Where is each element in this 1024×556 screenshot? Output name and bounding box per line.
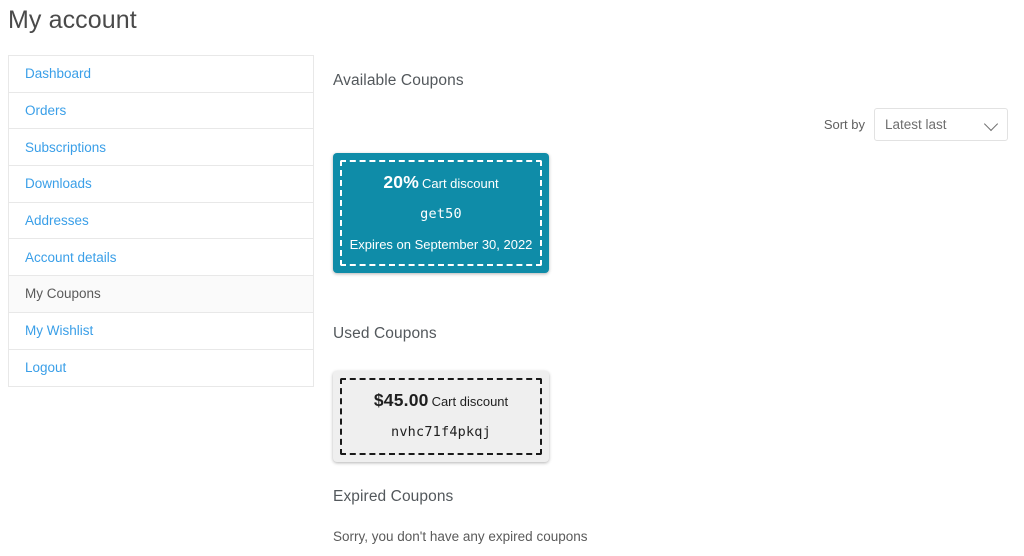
my-account-page: My account Dashboard Orders Subscription… xyxy=(0,0,1024,556)
sort-by-select[interactable]: Latest last xyxy=(874,108,1008,141)
coupon-type: Cart discount xyxy=(431,394,509,409)
sidebar-link-account-details[interactable]: Account details xyxy=(25,250,117,265)
sidebar-item-my-wishlist[interactable]: My Wishlist xyxy=(9,313,313,350)
sidebar-label-my-coupons: My Coupons xyxy=(25,286,101,302)
available-coupons-heading: Available Coupons xyxy=(333,72,464,89)
expired-coupons-heading: Expired Coupons xyxy=(333,488,454,505)
coupon-expiry: Expires on September 30, 2022 xyxy=(349,236,533,252)
expired-coupons-empty: Sorry, you don't have any expired coupon… xyxy=(333,529,587,544)
sidebar-item-subscriptions[interactable]: Subscriptions xyxy=(9,129,313,167)
sidebar-item-account-details[interactable]: Account details xyxy=(9,239,313,277)
coupon-type: Cart discount xyxy=(422,176,499,191)
sidebar-item-orders[interactable]: Orders xyxy=(9,93,313,130)
used-coupons-heading: Used Coupons xyxy=(333,325,437,342)
coupon-amount: 20% xyxy=(383,172,420,192)
coupon-card-inner: 20% Cart discount get50 Expires on Septem… xyxy=(340,160,542,266)
coupon-code[interactable]: get50 xyxy=(348,207,534,222)
coupon-amount: $45.00 xyxy=(373,390,429,410)
sidebar-item-addresses[interactable]: Addresses xyxy=(9,203,313,240)
available-coupon-list: 20% Cart discount get50 Expires on Septem… xyxy=(333,153,549,273)
used-coupons-section: Used Coupons xyxy=(333,325,437,343)
expired-coupons-section: Expired Coupons xyxy=(333,488,453,506)
coupon-card-inner: $45.00 Cart discount nvhc71f4pkqj xyxy=(340,378,542,455)
available-coupons-section: Available Coupons xyxy=(333,72,464,90)
sort-by-label: Sort by xyxy=(823,117,865,132)
account-navigation: Dashboard Orders Subscriptions Downloads… xyxy=(8,55,314,388)
sidebar-item-logout[interactable]: Logout xyxy=(9,350,313,387)
sidebar-link-subscriptions[interactable]: Subscriptions xyxy=(25,140,106,155)
sidebar-item-dashboard[interactable]: Dashboard xyxy=(9,56,313,93)
coupon-card-used[interactable]: $45.00 Cart discount nvhc71f4pkqj xyxy=(333,371,549,462)
sidebar-link-addresses[interactable]: Addresses xyxy=(25,213,89,228)
sidebar-item-my-coupons[interactable]: My Coupons xyxy=(9,276,313,313)
sort-by-selected-value: Latest last xyxy=(885,117,947,132)
coupon-card-available[interactable]: 20% Cart discount get50 Expires on Septem… xyxy=(333,153,549,273)
sort-bar: Sort by Latest last xyxy=(824,108,1008,141)
sidebar-link-my-wishlist[interactable]: My Wishlist xyxy=(25,323,93,338)
page-title: My account xyxy=(8,6,137,34)
sidebar-link-dashboard[interactable]: Dashboard xyxy=(25,66,91,81)
sidebar-link-logout[interactable]: Logout xyxy=(25,360,66,375)
used-coupon-list: $45.00 Cart discount nvhc71f4pkqj xyxy=(333,371,549,462)
sidebar-item-downloads[interactable]: Downloads xyxy=(9,166,313,203)
sidebar-link-downloads[interactable]: Downloads xyxy=(25,176,92,191)
coupon-headline: $45.00 Cart discount xyxy=(348,390,534,410)
expired-coupons-empty-message: Sorry, you don't have any expired coupon… xyxy=(333,529,588,544)
coupon-code[interactable]: nvhc71f4pkqj xyxy=(348,425,534,440)
sidebar-link-orders[interactable]: Orders xyxy=(25,103,66,118)
coupon-headline: 20% Cart discount xyxy=(348,172,534,192)
chevron-down-icon xyxy=(983,116,999,131)
